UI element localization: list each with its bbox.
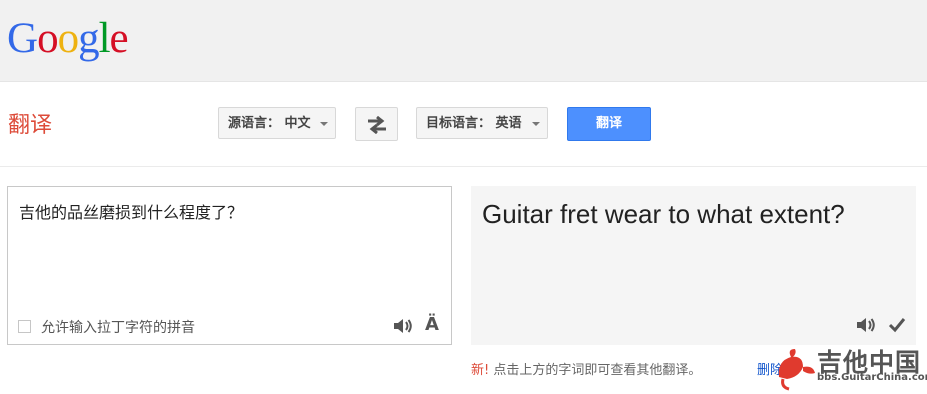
translate-button[interactable]: 翻译 bbox=[567, 107, 651, 141]
speaker-icon[interactable] bbox=[856, 316, 876, 334]
chevron-down-icon bbox=[320, 122, 328, 126]
translation-result-box: Guitar fret wear to what extent? bbox=[471, 186, 916, 345]
logo-letter: G bbox=[7, 15, 38, 62]
source-text[interactable]: 吉他的品丝磨损到什么程度了？ bbox=[19, 199, 243, 223]
swap-arrows-icon bbox=[368, 116, 386, 134]
pinyin-checkbox-label[interactable]: 允许输入拉丁字符的拼音 bbox=[41, 317, 195, 337]
check-icon[interactable] bbox=[888, 316, 906, 334]
target-language-select[interactable]: 目标语言： 英语 bbox=[416, 107, 548, 139]
chevron-down-icon bbox=[532, 122, 540, 126]
translation-hint: 新! 点击上方的字词即可查看其他翻译。 bbox=[471, 359, 701, 378]
lobster-icon bbox=[778, 349, 815, 391]
logo-letter: l bbox=[98, 15, 111, 62]
input-tools-icon[interactable]: Ä bbox=[425, 314, 439, 335]
watermark-logo: 吉他中国 bbs.GuitarChina.com bbox=[773, 343, 927, 394]
new-badge: 新! bbox=[471, 363, 490, 378]
hint-text: 点击上方的字词即可查看其他翻译。 bbox=[489, 363, 702, 378]
divider bbox=[0, 166, 927, 167]
translation-result-text[interactable]: Guitar fret wear to what extent? bbox=[482, 199, 845, 230]
top-bar: Google bbox=[0, 0, 927, 82]
logo-letter: o bbox=[57, 15, 79, 62]
logo-letter: e bbox=[109, 15, 129, 62]
source-text-input[interactable]: 吉他的品丝磨损到什么程度了？ 允许输入拉丁字符的拼音 Ä bbox=[7, 186, 452, 345]
target-language-label: 目标语言： 英语 bbox=[426, 116, 522, 131]
speaker-icon[interactable] bbox=[393, 317, 413, 335]
logo-letter: g bbox=[78, 15, 99, 62]
swap-languages-button[interactable] bbox=[355, 107, 398, 141]
pinyin-checkbox[interactable] bbox=[18, 320, 31, 333]
source-language-label: 源语言： 中文 bbox=[228, 116, 311, 131]
source-language-select[interactable]: 源语言： 中文 bbox=[218, 107, 336, 139]
google-logo[interactable]: Google bbox=[7, 14, 129, 64]
watermark-subtitle: bbs.GuitarChina.com bbox=[817, 372, 927, 383]
logo-letter: o bbox=[37, 15, 58, 62]
page-title: 翻译 bbox=[8, 113, 53, 138]
